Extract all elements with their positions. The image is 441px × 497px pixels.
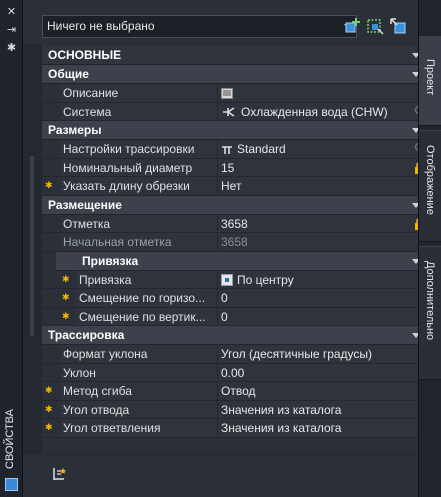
required-star-icon: ✱ [62, 273, 70, 284]
property-row-description[interactable]: Описание [42, 84, 430, 103]
palette-icon [5, 478, 18, 491]
text-editor-icon[interactable] [221, 88, 233, 100]
property-label: Настройки трассировки [61, 140, 218, 158]
tab-strip: Проект Отображение Дополнительно [418, 0, 441, 497]
property-row-snap[interactable]: ✱ Привязка По центру [42, 270, 430, 289]
category-placement[interactable]: Размещение [42, 195, 430, 215]
required-star-icon: ✱ [45, 180, 53, 190]
property-row-cut-length[interactable]: ✱ Указать длину обрезки Нет [42, 177, 430, 196]
property-value[interactable]: Отвод [218, 382, 430, 400]
category-title: Трассировка [48, 328, 125, 342]
property-row-horizontal-offset[interactable]: ✱ Смещение по горизо... 0 [42, 289, 430, 308]
property-label: Система [61, 102, 218, 120]
property-label: Привязка [77, 270, 218, 288]
property-value[interactable]: Значения из каталога [218, 400, 430, 418]
property-value[interactable]: 0 [218, 289, 430, 307]
palette-title-bar: ✕ ⇥ ✱ СВОЙСТВА [0, 0, 23, 497]
property-value[interactable]: 3658 [218, 214, 430, 232]
property-value[interactable]: 15 [218, 158, 430, 176]
property-label: Описание [61, 84, 218, 102]
category-title: Общие [48, 67, 89, 81]
category-title: Привязка [82, 253, 139, 268]
selection-dropdown-value: Ничего не выбрано [47, 19, 155, 33]
tab-label: Проект [424, 59, 436, 96]
property-label: Смещение по горизо... [77, 289, 218, 307]
tab-extended[interactable]: Дополнительно [419, 246, 441, 380]
property-value[interactable] [218, 84, 430, 102]
property-label: Метод сгиба [61, 382, 218, 400]
tab-project[interactable]: Проект [419, 36, 441, 126]
category-general[interactable]: Общие [42, 65, 430, 84]
category-title: Размеры [48, 123, 102, 137]
property-row-routing-preference[interactable]: Настройки трассировки Standard [42, 140, 430, 159]
toolbar: Ничего не выбрано [23, 0, 418, 44]
property-value[interactable]: Значения из каталога [218, 419, 430, 437]
property-row-slope[interactable]: Уклон 0.00 [42, 363, 430, 382]
bottom-toolbar [42, 454, 418, 497]
property-grid: ОСНОВНЫЕ Общие Описание Система Охлажден… [42, 46, 430, 446]
property-value[interactable]: Угол (десятичные градусы) [218, 345, 430, 363]
section-header-basic[interactable]: ОСНОВНЫЕ [42, 46, 430, 65]
property-label: Формат уклона [61, 345, 218, 363]
property-value[interactable]: 0 [218, 307, 430, 325]
property-row-nominal-diameter[interactable]: Номинальный диаметр 15 [42, 158, 430, 177]
subcategory-snap[interactable]: Привязка [56, 251, 430, 271]
property-value: 3658 [218, 233, 430, 251]
category-sizes[interactable]: Размеры [42, 121, 430, 140]
property-label: Начальная отметка [61, 233, 218, 251]
property-value[interactable]: Standard [218, 140, 430, 158]
section-title: ОСНОВНЫЕ [48, 48, 122, 62]
property-value[interactable]: 0.00 [218, 363, 430, 381]
property-value[interactable]: Охлажденная вода (CHW) [218, 102, 430, 120]
scrollbar[interactable] [30, 156, 34, 336]
required-star-icon: ✱ [45, 403, 53, 414]
property-row-bend-angle[interactable]: ✱ Угол отвода Значения из каталога [42, 400, 430, 419]
property-row-bend-method[interactable]: ✱ Метод сгиба Отвод [42, 382, 430, 401]
property-value[interactable]: По центру [218, 270, 430, 288]
property-label: Указать длину обрезки [61, 177, 218, 195]
tab-label: Дополнительно [424, 261, 436, 341]
property-row-elevation[interactable]: Отметка 3658 [42, 214, 430, 233]
property-label: Смещение по вертик... [77, 307, 218, 325]
property-label: Уклон [61, 363, 218, 381]
add-to-selection-icon[interactable] [343, 17, 361, 35]
property-label: Угол отвода [61, 400, 218, 418]
properties-palette: Ничего не выбрано ОСНОВНЫЕ Общие Описани… [23, 0, 430, 497]
property-row-system[interactable]: Система Охлажденная вода (CHW) [42, 102, 430, 121]
selection-dropdown[interactable]: Ничего не выбрано [42, 15, 357, 38]
required-star-icon: ✱ [45, 422, 53, 432]
toggle-pickadd-icon[interactable] [389, 17, 407, 35]
property-label: Отметка [61, 214, 218, 232]
category-title: Размещение [48, 197, 122, 212]
settings-icon[interactable]: ✱ [4, 42, 19, 54]
autohide-icon[interactable]: ⇥ [4, 24, 19, 36]
property-row-slope-format[interactable]: Формат уклона Угол (десятичные градусы) [42, 345, 430, 364]
tab-display[interactable]: Отображение [419, 130, 441, 242]
required-star-icon: ✱ [45, 385, 53, 395]
property-label: Номинальный диаметр [61, 158, 218, 176]
center-justify-icon [221, 274, 233, 287]
property-row-vertical-offset[interactable]: ✱ Смещение по вертик... 0 [42, 307, 430, 326]
system-icon [223, 107, 235, 117]
routing-icon [222, 146, 232, 154]
property-label: Угол ответвления [61, 419, 218, 437]
property-value[interactable]: Нет [218, 177, 430, 195]
property-row-start-elevation: Начальная отметка 3658 [42, 233, 430, 252]
pin-property-icon[interactable] [52, 467, 66, 481]
palette-title: СВОЙСТВА [4, 409, 16, 469]
required-star-icon: ✱ [62, 310, 70, 321]
tab-label: Отображение [424, 145, 436, 215]
category-routing[interactable]: Трассировка [42, 326, 430, 345]
close-icon[interactable]: ✕ [4, 6, 19, 18]
required-star-icon: ✱ [62, 292, 70, 302]
grid-sidebar [23, 44, 42, 454]
quick-select-icon[interactable] [366, 17, 384, 35]
property-row-branch-angle[interactable]: ✱ Угол ответвления Значения из каталога [42, 419, 430, 438]
